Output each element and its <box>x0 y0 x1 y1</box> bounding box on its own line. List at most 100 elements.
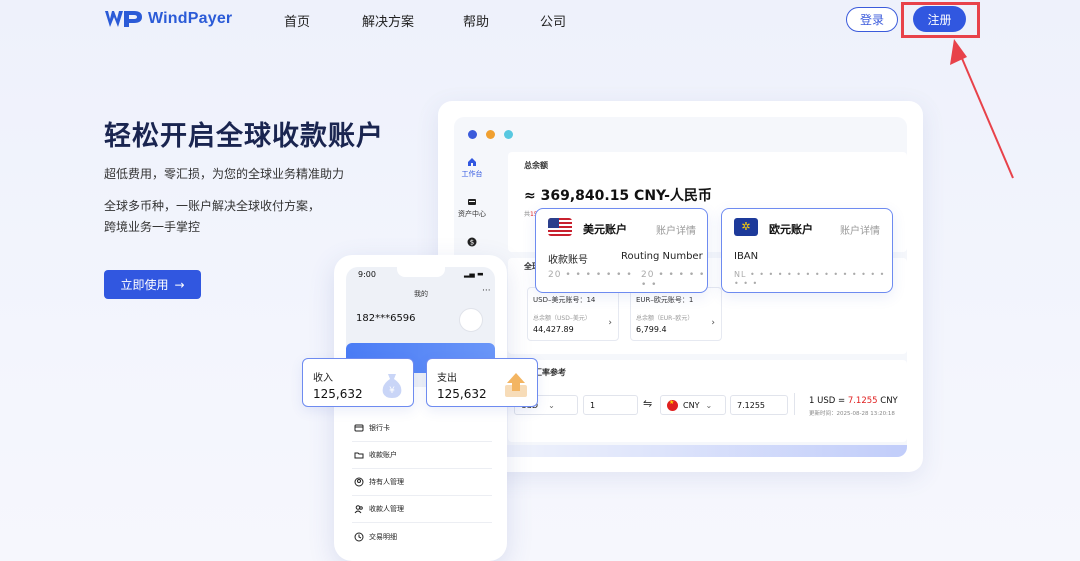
hero-description: 全球多币种，一账户解决全球收付方案， 跨境业务一手掌控 <box>104 196 320 238</box>
mini-card-balance: 44,427.89 <box>533 325 574 334</box>
china-flag-icon <box>667 399 678 411</box>
nav-home[interactable]: 首页 <box>284 11 310 30</box>
home-icon <box>468 158 476 166</box>
cta-button[interactable]: 立即使用 → <box>104 270 201 299</box>
hero-desc-line: 跨境业务一手掌控 <box>104 220 201 234</box>
eur-account-card[interactable]: ✲ 欧元账户 账户详情 IBAN NL • • • • • • • • • • … <box>721 208 893 293</box>
menu-item-payee-management[interactable]: 收款人管理 <box>352 496 492 523</box>
total-balance-label: 总余额 <box>524 161 548 170</box>
menu-label: 收款账户 <box>369 451 397 459</box>
account-field-value: NL • • • • • • • • • • • • • • • • • • <box>734 270 886 288</box>
dollar-icon: $ <box>467 237 477 247</box>
divider <box>794 393 795 415</box>
bank-card-icon <box>354 424 364 432</box>
chevron-down-icon: ⌄ <box>548 400 555 410</box>
from-amount-input[interactable]: 1 <box>583 395 638 415</box>
income-card[interactable]: 收入 125,632 ¥ <box>302 358 414 407</box>
mini-card-title: USD–美元账号：14 <box>533 296 596 304</box>
phone-mockup: 9:00 ▂▄ ▬ 我的 ··· 182***6596 银行卡 收款账户 持有人… <box>334 255 507 561</box>
phone-menu: 银行卡 收款账户 持有人管理 收款人管理 交易明细 <box>352 415 492 550</box>
account-field-label: IBAN <box>734 251 759 262</box>
chevron-right-icon: › <box>608 318 612 328</box>
menu-item-bank-card[interactable]: 银行卡 <box>352 415 492 442</box>
highlight-box <box>901 2 980 38</box>
menu-item-holder-management[interactable]: 持有人管理 <box>352 469 492 496</box>
hero-desc-line: 全球多币种，一账户解决全球收付方案， <box>104 199 321 213</box>
total-balance-value: ≈ 369,840.15 CNY-人民币 <box>524 188 712 204</box>
account-field-label: 收款账号 <box>548 255 588 266</box>
sidebar-item-workbench[interactable]: 工作台 <box>454 157 490 179</box>
arrow-right-icon: → <box>174 277 185 292</box>
top-nav: WindPayer 首页 解决方案 帮助 公司 登录 注册 <box>0 0 1080 179</box>
to-amount-input[interactable]: 7.1255 <box>730 395 788 415</box>
decorative-gradient <box>454 445 907 457</box>
to-currency-select[interactable]: CNY ⌄ <box>660 395 726 415</box>
window-dot-icon <box>486 130 495 139</box>
expense-value: 125,632 <box>437 387 487 401</box>
rate-updated-time: 更新时间：2025-08-28 13:20:18 <box>809 411 895 417</box>
users-icon <box>354 505 363 514</box>
phone-time: 9:00 <box>358 270 376 279</box>
account-detail-link[interactable]: 账户详情 <box>840 222 880 237</box>
hero-subtitle: 超低费用，零汇损，为您的全球业务精准助力 <box>104 167 345 181</box>
user-icon <box>354 477 364 487</box>
menu-label: 收款人管理 <box>369 505 404 513</box>
account-field-value: 20 • • • • • • • <box>548 270 633 280</box>
brand-logo[interactable]: WindPayer <box>104 9 232 29</box>
menu-item-transactions[interactable]: 交易明细 <box>352 523 492 550</box>
nav-company[interactable]: 公司 <box>540 11 566 30</box>
nav-solutions[interactable]: 解决方案 <box>362 11 414 30</box>
nav-help[interactable]: 帮助 <box>463 11 489 30</box>
highlight-arrow-icon <box>950 39 1014 179</box>
wallet-icon <box>468 199 476 205</box>
income-value: 125,632 <box>313 387 363 401</box>
to-currency-value: CNY <box>683 400 700 410</box>
eur-mini-card[interactable]: EUR–欧元账号：1 总余额（EUR–欧元） 6,799.4 › <box>630 287 722 341</box>
account-detail-link[interactable]: 账户详情 <box>656 222 696 237</box>
account-title: 美元账户 <box>583 223 627 236</box>
folder-icon <box>354 452 364 459</box>
signal-icon: ▂▄ ▬ <box>464 270 484 278</box>
swap-icon[interactable]: ⇋ <box>643 397 652 410</box>
usd-mini-card[interactable]: USD–美元账号：14 总余额（USD–美元） 44,427.89 › <box>527 287 619 341</box>
rate-summary-value: 7.1255 <box>847 396 878 406</box>
usd-account-card[interactable]: 美元账户 账户详情 收款账号 Routing Number 20 • • • •… <box>535 208 708 293</box>
svg-text:¥: ¥ <box>389 386 395 396</box>
brand-name: WindPayer <box>148 10 233 27</box>
menu-label: 持有人管理 <box>369 478 404 486</box>
chevron-right-icon: › <box>711 318 715 328</box>
window-dot-icon <box>468 130 477 139</box>
mini-card-title: EUR–欧元账号：1 <box>636 296 694 304</box>
menu-item-receiving-account[interactable]: 收款账户 <box>352 442 492 469</box>
sidebar-item-assets[interactable]: 资产中心 <box>454 197 490 219</box>
phone-notch <box>397 265 445 277</box>
mini-card-balance-label: 总余额（EUR–欧元） <box>636 315 694 322</box>
sidebar-label: 工作台 <box>461 170 483 178</box>
account-title: 欧元账户 <box>769 223 813 236</box>
sidebar-item-dollar[interactable]: $ <box>454 237 490 249</box>
clock-icon <box>354 532 364 541</box>
expense-label: 支出 <box>437 373 457 384</box>
more-icon[interactable]: ··· <box>482 286 491 296</box>
cta-label: 立即使用 <box>120 278 169 292</box>
rate-summary-prefix: 1 USD = <box>809 396 848 406</box>
window-dot-icon <box>504 130 513 139</box>
upload-box-icon <box>505 373 527 397</box>
us-flag-icon <box>548 218 572 236</box>
svg-text:$: $ <box>470 239 474 247</box>
login-button[interactable]: 登录 <box>846 7 898 32</box>
windpayer-logo-icon <box>105 11 142 27</box>
avatar[interactable] <box>459 308 483 332</box>
phone-user-number: 182***6596 <box>356 313 416 324</box>
account-field-label: Routing Number <box>621 251 703 262</box>
income-label: 收入 <box>313 373 333 384</box>
hero-title: 轻松开启全球收款账户 <box>104 121 384 152</box>
money-bag-icon: ¥ <box>382 374 402 398</box>
rate-summary: 1 USD = 7.1255 CNY <box>809 396 898 406</box>
account-field-value: 20 • • • • • • • <box>641 270 706 290</box>
menu-label: 银行卡 <box>369 424 390 432</box>
rate-reference-label: 汇率参考 <box>534 368 566 377</box>
rate-summary-suffix: CNY <box>877 396 898 406</box>
expense-card[interactable]: 支出 125,632 <box>426 358 538 407</box>
menu-label: 交易明细 <box>369 532 397 541</box>
